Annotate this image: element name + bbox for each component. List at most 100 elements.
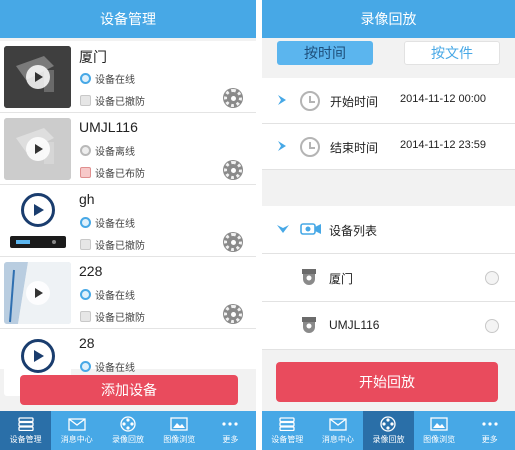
start-time-label: 开始时间 [330, 95, 379, 109]
tab-playback[interactable]: 录像回放 [102, 411, 153, 450]
start-time-row[interactable]: 开始时间 2014-11-12 00:00 [262, 78, 515, 124]
device-thumbnail[interactable] [4, 262, 71, 324]
mode-segmented-control: 按时间 按文件 [262, 39, 515, 71]
device-name: 228 [79, 263, 103, 279]
end-time-row[interactable]: 结束时间 2014-11-12 23:59 [262, 124, 515, 170]
list-item[interactable]: UMJL116 [262, 302, 515, 350]
play-icon[interactable] [25, 137, 50, 161]
tab-label: 图像浏览 [163, 435, 196, 444]
end-time-label: 结束时间 [330, 141, 379, 155]
device-list-label: 设备列表 [329, 224, 378, 238]
clock-icon [300, 137, 320, 157]
tab-device-management[interactable]: 设备管理 [0, 411, 52, 450]
online-icon [80, 73, 91, 84]
tab-message-center[interactable]: 消息中心 [313, 411, 364, 450]
add-device-button[interactable]: 添加设备 [20, 375, 238, 405]
server-icon [17, 416, 35, 432]
film-reel-icon [119, 416, 137, 432]
arm-status: 设备已撤防 [80, 93, 145, 108]
start-time-value[interactable]: 2014-11-12 00:00 [400, 93, 486, 105]
list-item[interactable]: 228 设备在线 设备已撤防 [0, 257, 256, 329]
bottom-tab-bar: 设备管理 消息中心 录像回放 图像浏览 更多 [0, 411, 256, 450]
net-status-text: 设备在线 [95, 291, 135, 302]
tab-label: 图像浏览 [423, 435, 456, 444]
net-status: 设备在线 [80, 215, 135, 230]
end-time-value[interactable]: 2014-11-12 23:59 [400, 139, 486, 151]
shield-icon [80, 95, 91, 106]
mail-icon [329, 416, 347, 432]
net-status-text: 设备在线 [95, 75, 135, 86]
camera-icon [300, 223, 321, 235]
chevron-right-icon [278, 141, 286, 151]
arm-status: 设备已撤防 [80, 237, 145, 252]
net-status: 设备在线 [80, 71, 135, 86]
offline-icon [80, 145, 91, 156]
device-management-screen: 设备管理 厦门 设备在线 设备已撤防 UMJL116 设备离线 设备已布防 gh… [0, 0, 256, 450]
gear-icon[interactable] [224, 89, 242, 107]
play-icon[interactable] [25, 65, 50, 89]
tab-label: 更多 [481, 435, 498, 444]
arm-status: 设备已布防 [80, 165, 145, 180]
online-icon [80, 361, 91, 372]
net-status: 设备在线 [80, 287, 135, 302]
net-status: 设备离线 [80, 143, 135, 158]
picture-icon [170, 416, 188, 432]
page-title: 录像回放 [262, 0, 515, 38]
device-thumbnail[interactable] [4, 190, 71, 252]
tab-label: 消息中心 [60, 435, 93, 444]
tab-label: 更多 [222, 435, 239, 444]
list-item[interactable]: gh 设备在线 设备已撤防 [0, 185, 256, 257]
page-title: 设备管理 [0, 0, 256, 38]
device-radio[interactable] [485, 271, 499, 285]
app-screens: 设备管理 厦门 设备在线 设备已撤防 UMJL116 设备离线 设备已布防 gh… [0, 0, 515, 450]
device-name: gh [79, 191, 95, 207]
tab-label: 录像回放 [112, 435, 144, 444]
online-icon [80, 289, 91, 300]
arm-status-text: 设备已撤防 [95, 241, 145, 252]
arm-status-text: 设备已撤防 [95, 97, 145, 108]
chevron-right-icon [278, 95, 286, 105]
start-playback-button[interactable]: 开始回放 [276, 362, 498, 402]
device-name: UMJL116 [329, 318, 380, 332]
tab-label: 录像回放 [372, 435, 405, 444]
clock-icon [300, 91, 320, 111]
online-icon [80, 217, 91, 228]
arm-status-text: 设备已布防 [95, 169, 145, 180]
list-item[interactable]: 厦门 设备在线 设备已撤防 [0, 41, 256, 113]
play-icon[interactable] [25, 281, 50, 305]
gear-icon[interactable] [224, 161, 242, 179]
list-item[interactable]: UMJL116 设备离线 设备已布防 [0, 113, 256, 185]
device-name: 厦门 [329, 272, 354, 286]
picture-icon [430, 416, 448, 432]
by-time-button[interactable]: 按时间 [277, 41, 373, 65]
by-file-button[interactable]: 按文件 [404, 41, 500, 65]
device-thumbnail[interactable] [4, 118, 71, 180]
tab-label: 消息中心 [321, 435, 354, 444]
device-list-header[interactable]: 设备列表 [262, 206, 515, 254]
tab-label: 设备管理 [9, 435, 42, 444]
tab-more[interactable]: 更多 [464, 411, 515, 450]
tab-more[interactable]: 更多 [205, 411, 256, 450]
shield-icon [80, 239, 91, 250]
tab-image-browse[interactable]: 图像浏览 [414, 411, 465, 450]
chevron-down-icon [277, 225, 289, 233]
play-icon[interactable] [20, 339, 55, 373]
arm-status: 设备已撤防 [80, 309, 145, 324]
shield-icon [80, 311, 91, 322]
tab-device-management[interactable]: 设备管理 [262, 411, 313, 450]
mail-icon [68, 416, 86, 432]
tab-message-center[interactable]: 消息中心 [51, 411, 102, 450]
gear-icon[interactable] [224, 233, 242, 251]
device-name: UMJL116 [79, 119, 138, 135]
play-icon[interactable] [20, 193, 55, 227]
tab-playback[interactable]: 录像回放 [363, 411, 414, 450]
shield-icon [80, 167, 91, 178]
device-radio[interactable] [485, 319, 499, 333]
arm-status-text: 设备已撤防 [95, 313, 145, 324]
dome-camera-icon [302, 269, 316, 285]
gear-icon[interactable] [224, 305, 242, 323]
dome-camera-icon [302, 317, 316, 333]
device-thumbnail[interactable] [4, 46, 71, 108]
tab-image-browse[interactable]: 图像浏览 [154, 411, 205, 450]
list-item[interactable]: 厦门 [262, 254, 515, 302]
